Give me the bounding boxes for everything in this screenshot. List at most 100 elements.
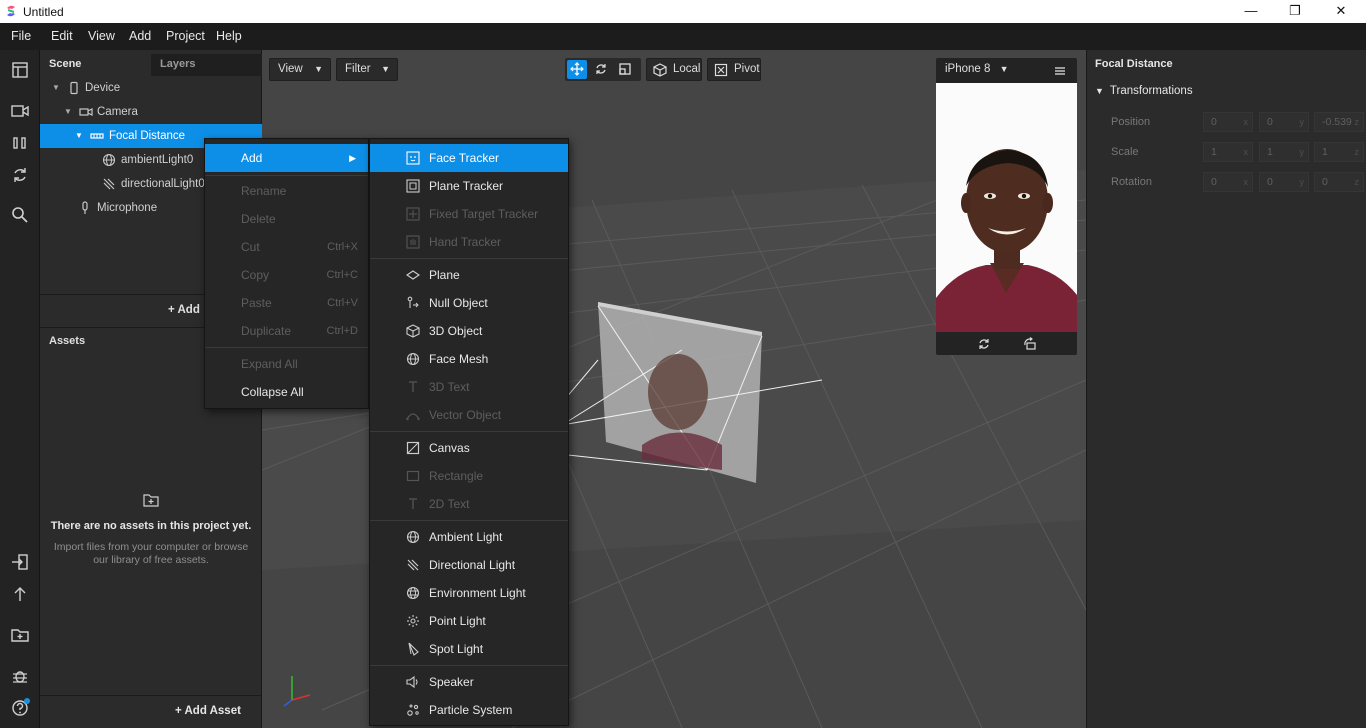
- submenu-ambient-light[interactable]: Ambient Light: [370, 523, 568, 551]
- submenu-3d-text[interactable]: 3D Text: [370, 373, 568, 401]
- bug-icon[interactable]: [10, 666, 30, 686]
- point-light-icon: [407, 615, 419, 627]
- expand-arrow-icon[interactable]: ▼: [64, 100, 72, 124]
- add-folder-icon[interactable]: [10, 625, 30, 645]
- submenu-2d-text[interactable]: 2D Text: [370, 490, 568, 518]
- tree-item-device[interactable]: ▼ Device: [40, 76, 262, 100]
- submenu-plane[interactable]: Plane: [370, 261, 568, 289]
- submenu-spot-light[interactable]: Spot Light: [370, 635, 568, 663]
- ambient-light-icon: [406, 530, 420, 544]
- submenu-face-tracker[interactable]: Face Tracker: [370, 144, 568, 172]
- maximize-button[interactable]: ❐: [1272, 0, 1318, 23]
- menu-item-label: Environment Light: [429, 586, 526, 600]
- submenu-particle-system[interactable]: Particle System: [370, 696, 568, 724]
- tab-layers[interactable]: Layers: [151, 54, 262, 76]
- expand-arrow-icon[interactable]: ▼: [75, 124, 83, 148]
- export-icon[interactable]: [10, 552, 30, 572]
- submenu-null-object[interactable]: Null Object: [370, 289, 568, 317]
- submenu-3d-object[interactable]: 3D Object: [370, 317, 568, 345]
- submenu-speaker[interactable]: Speaker: [370, 668, 568, 696]
- submenu-hand-tracker[interactable]: Hand Tracker: [370, 228, 568, 256]
- chevron-down-icon: ▼: [314, 64, 323, 74]
- scale-z-field[interactable]: 1z: [1314, 142, 1364, 162]
- rotation-y-field[interactable]: 0y: [1259, 172, 1309, 192]
- filter-dropdown[interactable]: Filter ▼: [336, 58, 398, 81]
- rotation-x-field[interactable]: 0x: [1203, 172, 1253, 192]
- submenu-face-mesh[interactable]: Face Mesh: [370, 345, 568, 373]
- position-y-field[interactable]: 0y: [1259, 112, 1309, 132]
- focal-distance-icon: [90, 133, 104, 139]
- app-logo-icon: [7, 5, 15, 17]
- tree-item-label: Camera: [97, 106, 138, 118]
- context-menu-collapse-all[interactable]: Collapse All: [205, 378, 368, 406]
- text-icon: [409, 381, 417, 392]
- close-button[interactable]: ✕: [1318, 0, 1364, 23]
- pause-icon[interactable]: [10, 133, 30, 153]
- menu-edit[interactable]: Edit: [51, 29, 73, 43]
- menu-item-label: Rename: [241, 184, 287, 198]
- layout-icon[interactable]: [10, 60, 30, 80]
- submenu-fixed-target-tracker[interactable]: Fixed Target Tracker: [370, 200, 568, 228]
- vector-icon: [406, 413, 420, 421]
- upload-icon[interactable]: [10, 584, 30, 604]
- axis-label: z: [1354, 117, 1360, 127]
- search-icon[interactable]: [10, 205, 30, 225]
- submenu-canvas[interactable]: Canvas: [370, 434, 568, 462]
- rotate-camera-icon[interactable]: [977, 337, 991, 351]
- context-menu-expand-all[interactable]: Expand All: [205, 350, 368, 378]
- context-menu-add[interactable]: Add ▶: [205, 144, 368, 172]
- submenu-rectangle[interactable]: Rectangle: [370, 462, 568, 490]
- context-menu-delete[interactable]: Delete: [205, 205, 368, 233]
- submenu-plane-tracker[interactable]: Plane Tracker: [370, 172, 568, 200]
- hamburger-menu-icon[interactable]: [1054, 65, 1066, 77]
- directional-light-icon: [407, 559, 419, 571]
- add-asset-button[interactable]: + Add Asset: [175, 705, 241, 717]
- position-z-field[interactable]: -0.539 z: [1314, 112, 1364, 132]
- position-x-field[interactable]: 0x: [1203, 112, 1253, 132]
- rotate-tool-button[interactable]: [591, 60, 611, 79]
- refresh-icon[interactable]: [10, 165, 30, 185]
- transformations-section[interactable]: ▼ Transformations: [1095, 85, 1193, 97]
- menu-project[interactable]: Project: [166, 29, 205, 43]
- scale-x-field[interactable]: 1x: [1203, 142, 1253, 162]
- context-menu-rename[interactable]: Rename: [205, 177, 368, 205]
- pivot-toggle[interactable]: Pivot: [707, 58, 761, 81]
- rotation-z-field[interactable]: 0z: [1314, 172, 1364, 192]
- rotate-icon: [596, 64, 606, 74]
- menu-separator: [205, 175, 368, 176]
- environment-light-icon: [406, 586, 420, 600]
- field-value: 1: [1322, 146, 1328, 158]
- help-icon[interactable]: [10, 698, 30, 718]
- axis-label: z: [1354, 177, 1360, 187]
- collapse-arrow-icon[interactable]: ▼: [1095, 86, 1104, 96]
- menu-file[interactable]: File: [11, 29, 31, 43]
- submenu-point-light[interactable]: Point Light: [370, 607, 568, 635]
- add-object-button[interactable]: + Add: [168, 304, 200, 316]
- video-icon[interactable]: [10, 101, 30, 121]
- rotate-device-icon[interactable]: [1023, 337, 1037, 351]
- expand-arrow-icon[interactable]: ▼: [52, 76, 60, 100]
- view-dropdown[interactable]: View ▼: [269, 58, 331, 81]
- tree-item-camera[interactable]: ▼ Camera: [40, 100, 262, 124]
- menu-add[interactable]: Add: [129, 29, 151, 43]
- local-toggle[interactable]: Local: [646, 58, 702, 81]
- device-selector[interactable]: iPhone 8 ▼: [945, 63, 1009, 75]
- tab-scene[interactable]: Scene: [40, 54, 150, 76]
- menu-view[interactable]: View: [88, 29, 115, 43]
- context-menu-copy[interactable]: Copy Ctrl+C: [205, 261, 368, 289]
- context-menu-duplicate[interactable]: Duplicate Ctrl+D: [205, 317, 368, 345]
- submenu-directional-light[interactable]: Directional Light: [370, 551, 568, 579]
- context-menu-paste[interactable]: Paste Ctrl+V: [205, 289, 368, 317]
- menu-item-label: Add: [241, 151, 263, 165]
- menu-item-label: Face Mesh: [429, 352, 489, 366]
- move-tool-button[interactable]: [567, 60, 587, 79]
- context-menu-cut[interactable]: Cut Ctrl+X: [205, 233, 368, 261]
- submenu-vector-object[interactable]: Vector Object: [370, 401, 568, 429]
- scale-y-field[interactable]: 1y: [1259, 142, 1309, 162]
- minimize-button[interactable]: —: [1228, 0, 1274, 23]
- menu-help[interactable]: Help: [216, 29, 242, 43]
- scale-tool-button[interactable]: [615, 60, 635, 79]
- axis-label: z: [1354, 147, 1360, 157]
- submenu-environment-light[interactable]: Environment Light: [370, 579, 568, 607]
- particle-system-icon: [407, 704, 419, 716]
